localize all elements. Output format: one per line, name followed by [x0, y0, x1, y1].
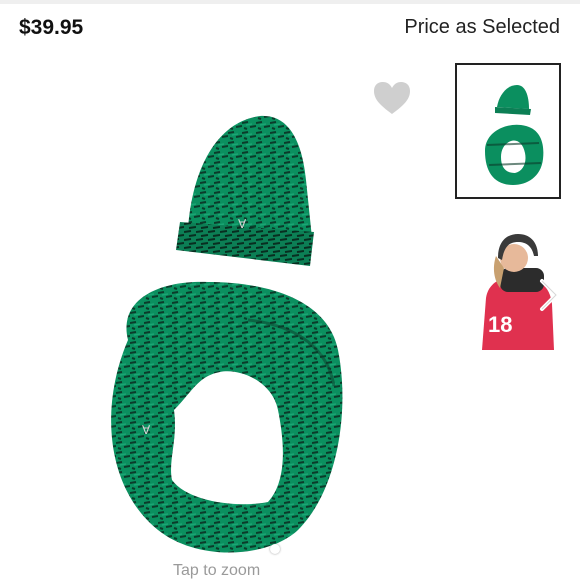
- top-divider: [0, 0, 580, 4]
- chevron-right-icon[interactable]: [536, 275, 562, 315]
- price-note: Price as Selected: [404, 16, 560, 38]
- svg-text:∀: ∀: [238, 217, 247, 231]
- thumbnail-product-image: [485, 85, 544, 185]
- thumbnail-product[interactable]: [455, 63, 561, 199]
- heart-icon[interactable]: [372, 80, 412, 116]
- svg-text:∀: ∀: [142, 423, 151, 437]
- scarf-image: ∀: [111, 281, 343, 553]
- product-main-image[interactable]: ∀ ∀: [88, 110, 378, 570]
- zoom-hint: Tap to zoom: [173, 562, 261, 579]
- product-price: $39.95: [19, 16, 84, 39]
- svg-text:18: 18: [488, 312, 512, 337]
- beanie-image: ∀: [176, 115, 314, 266]
- carousel-indicator-dot[interactable]: [270, 544, 280, 554]
